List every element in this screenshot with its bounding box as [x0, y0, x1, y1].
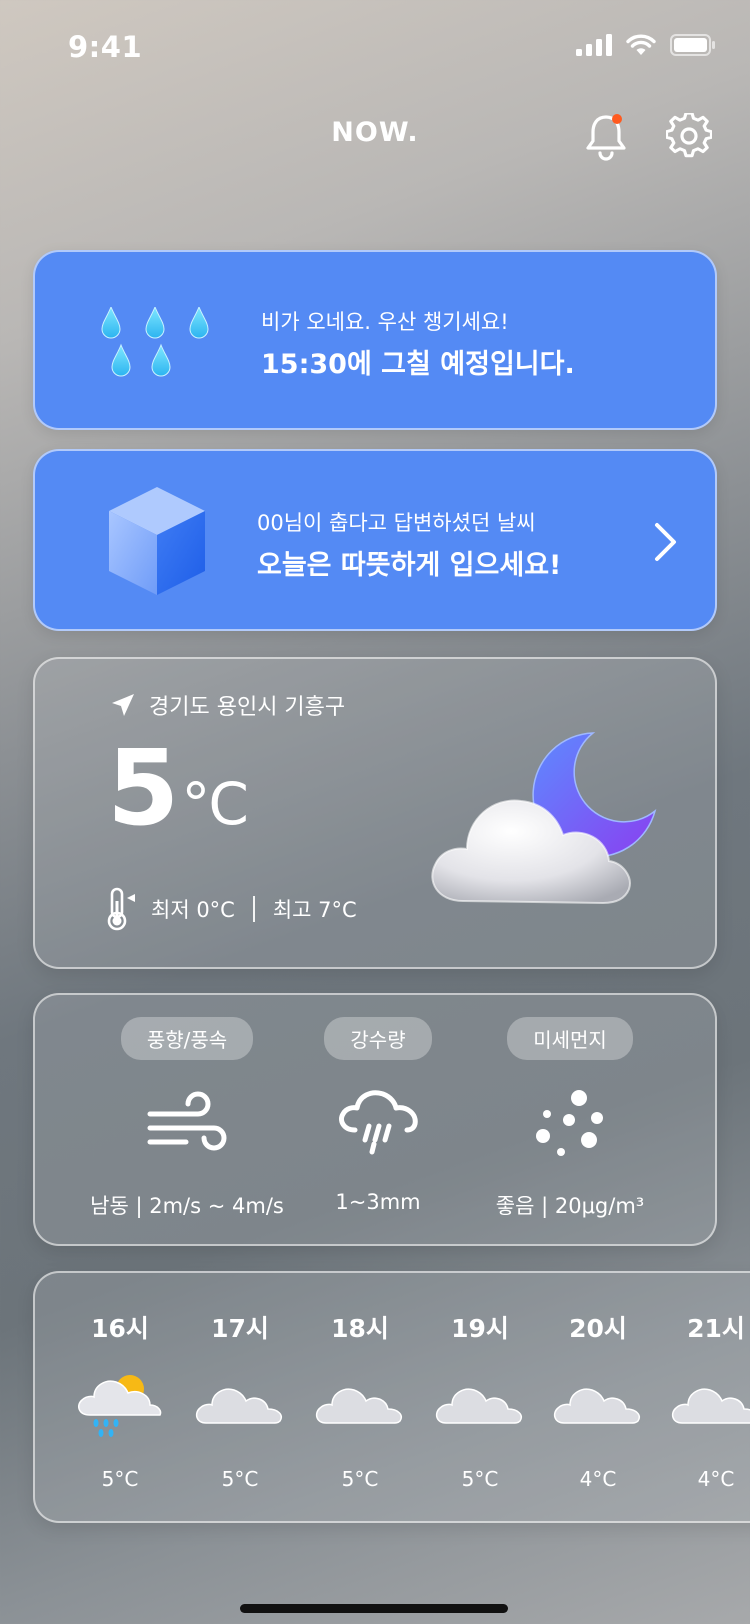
cloud-icon	[315, 1388, 402, 1424]
rain-alert-subtitle: 비가 오네요. 우산 챙기세요!	[261, 310, 509, 334]
outfit-card[interactable]: 00님이 춥다고 답변하셨던 날씨 오늘은 따뜻하게 입으세요!	[33, 449, 717, 631]
min-temperature: 최저 0°C	[151, 898, 235, 922]
weather-metrics-card: 풍향/풍속 남동 | 2m/s ~ 4m/s 강수량 1~3mm 미세먼지 좋음…	[33, 993, 717, 1246]
divider	[252, 896, 255, 922]
rain-cloud-icon	[339, 1090, 418, 1155]
settings-gear-icon[interactable]	[666, 113, 712, 159]
hour-label: 20시	[569, 1314, 627, 1343]
battery-icon	[670, 34, 715, 56]
min-max-row: 최저 0°C 최고 7°C	[105, 887, 357, 931]
notification-bell-icon[interactable]	[583, 111, 629, 161]
metric-precipitation-label: 강수량	[324, 1017, 432, 1060]
hourly-forecast-card[interactable]: 16시 5°C 17시 5°C 18시 5°C 19시 5°C 20시 4°C …	[33, 1271, 750, 1523]
location-arrow-icon	[112, 694, 134, 716]
chevron-right-icon[interactable]	[653, 521, 679, 563]
hour-item[interactable]: 19시 5°C	[425, 1309, 535, 1491]
hour-temperature: 5°C	[341, 1467, 379, 1491]
raindrops-icon	[101, 307, 209, 377]
cloud-icon	[671, 1388, 750, 1424]
notification-dot	[612, 114, 622, 124]
hour-item[interactable]: 21시 4°C	[661, 1309, 750, 1491]
metric-precipitation[interactable]: 강수량 1~3mm	[268, 1017, 488, 1214]
max-temperature: 최고 7°C	[272, 898, 357, 922]
cloud-icon	[435, 1388, 522, 1424]
hour-label: 17시	[211, 1314, 269, 1343]
dust-icon	[536, 1090, 603, 1156]
temperature-value: 5	[107, 727, 179, 849]
signal-icon	[576, 34, 612, 56]
hour-label: 19시	[451, 1314, 509, 1343]
hour-label: 16시	[91, 1314, 149, 1343]
metric-precipitation-value: 1~3mm	[335, 1190, 421, 1214]
metric-wind-label: 풍향/풍속	[120, 1017, 254, 1060]
hour-temperature: 5°C	[221, 1467, 259, 1491]
ice-cube-icon	[109, 487, 205, 595]
hour-label: 18시	[331, 1314, 389, 1343]
outfit-title: 오늘은 따뜻하게 입으세요!	[257, 550, 562, 581]
location-label: 경기도 용인시 기흥구	[149, 695, 346, 720]
temperature-unit: °C	[181, 770, 248, 838]
cloud-icon	[195, 1388, 282, 1424]
hour-temperature: 4°C	[579, 1467, 617, 1491]
hour-item[interactable]: 17시 5°C	[185, 1309, 295, 1491]
outfit-subtitle: 00님이 춥다고 답변하셨던 날씨	[257, 511, 536, 535]
metric-wind-value: 남동 | 2m/s ~ 4m/s	[90, 1194, 284, 1218]
rain-alert-card[interactable]: 비가 오네요. 우산 챙기세요! 15:30에 그칠 예정입니다.	[33, 250, 717, 430]
metric-fine-dust[interactable]: 미세먼지 좋음 | 20μg/m³	[460, 1017, 680, 1220]
app-logo: NOW.	[331, 117, 419, 148]
current-weather-card: 경기도 용인시 기흥구 5°C 최저 0°C 최고 7°C	[33, 657, 717, 969]
hour-item[interactable]: 16시 5°C	[65, 1309, 175, 1491]
location-row[interactable]: 경기도 용인시 기흥구	[111, 689, 345, 721]
hour-temperature: 5°C	[101, 1467, 139, 1491]
rain-alert-title: 15:30에 그칠 예정입니다.	[261, 349, 575, 380]
cloud-icon	[553, 1388, 640, 1424]
hour-temperature: 5°C	[461, 1467, 499, 1491]
current-temperature: 5°C	[107, 727, 249, 849]
metric-fine-dust-value: 좋음 | 20μg/m³	[495, 1194, 645, 1218]
metric-fine-dust-label: 미세먼지	[507, 1017, 633, 1060]
status-bar: 9:41	[0, 30, 750, 74]
thermometer-icon	[107, 887, 135, 931]
cloudy-night-icon	[431, 732, 657, 905]
metric-wind[interactable]: 풍향/풍속 남동 | 2m/s ~ 4m/s	[77, 1017, 297, 1220]
status-icons	[576, 34, 716, 56]
home-indicator[interactable]	[240, 1604, 508, 1613]
hour-item[interactable]: 20시 4°C	[543, 1309, 653, 1491]
sun-rain-icon	[77, 1375, 162, 1437]
hour-label: 21시	[687, 1314, 745, 1343]
wind-icon	[147, 1091, 227, 1151]
wifi-icon	[626, 34, 656, 55]
status-time: 9:41	[68, 30, 143, 64]
hour-temperature: 4°C	[697, 1467, 735, 1491]
app-header: NOW.	[0, 105, 750, 165]
hour-item[interactable]: 18시 5°C	[305, 1309, 415, 1491]
